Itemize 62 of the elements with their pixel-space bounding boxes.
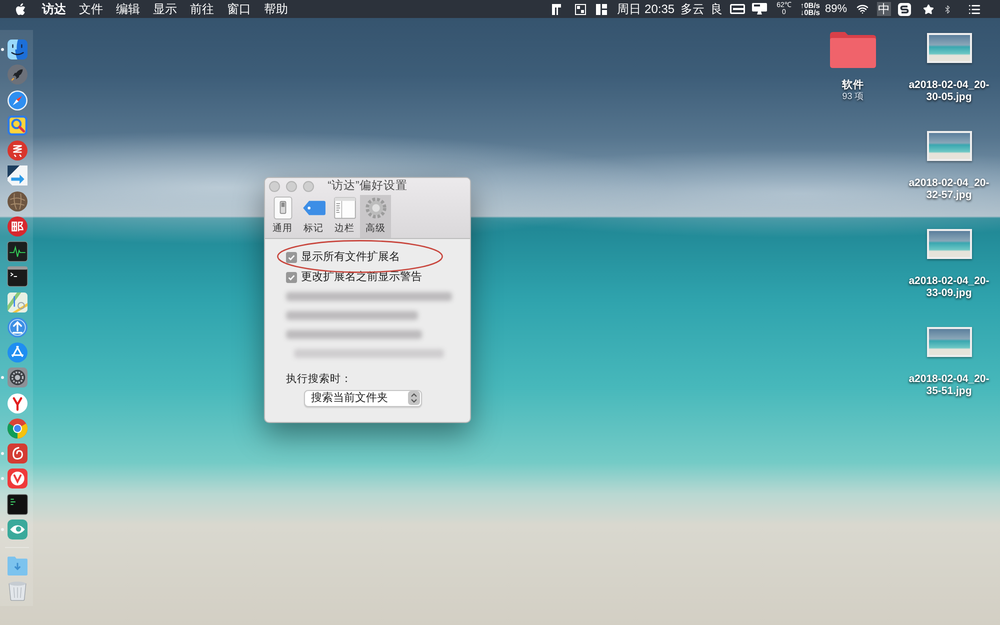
terminal-icon[interactable]: [7, 266, 28, 288]
app-store-icon[interactable]: [7, 342, 28, 363]
menu-item[interactable]: 窗口: [227, 3, 251, 15]
star-icon[interactable]: [923, 4, 934, 14]
compass-icon[interactable]: [7, 90, 28, 110]
browser-icon[interactable]: [7, 418, 28, 439]
clock[interactable]: 周日 20:35: [617, 3, 675, 15]
weather-status[interactable]: 多云: [680, 3, 705, 15]
checkbox[interactable]: [286, 252, 297, 263]
search-scope-dropdown[interactable]: 搜索当前文件夹: [304, 390, 422, 406]
v-logo-icon[interactable]: [7, 468, 28, 490]
apple-icon[interactable]: [15, 2, 26, 16]
toolbar-tab[interactable]: 边栏: [329, 195, 360, 238]
music-swirl-icon[interactable]: [7, 443, 28, 464]
image-thumbnail[interactable]: [926, 327, 972, 357]
map-icon[interactable]: [7, 292, 28, 312]
grid-layout-icon[interactable]: [575, 4, 586, 14]
face-icon[interactable]: [7, 39, 28, 60]
folder-icon[interactable]: [829, 30, 877, 68]
item-count: 93 项: [842, 91, 864, 102]
menu-item[interactable]: 前往: [190, 3, 214, 15]
upload-icon[interactable]: [7, 316, 28, 338]
image-thumbnail[interactable]: [926, 229, 972, 259]
image-thumbnail[interactable]: [926, 131, 972, 161]
folder-name[interactable]: 软件: [842, 79, 864, 91]
activity-graph-icon[interactable]: [7, 241, 28, 262]
menu-item[interactable]: 帮助: [264, 3, 288, 15]
menu-item[interactable]: 显示: [153, 3, 177, 15]
stepper-icon: [408, 391, 420, 405]
option-label: 显示所有文件扩展名: [301, 252, 400, 263]
console-icon[interactable]: [7, 494, 28, 514]
input-method-indicator[interactable]: 中: [877, 2, 891, 16]
sidebar-icon: [332, 196, 356, 220]
menu-item[interactable]: 文件: [79, 3, 103, 15]
search-icon[interactable]: [7, 114, 28, 136]
gear-icon: [364, 196, 388, 220]
window-title: “访达”偏好设置: [326, 180, 408, 192]
ball-icon[interactable]: [7, 190, 28, 212]
wifi-icon[interactable]: [855, 3, 870, 15]
bluetooth-icon[interactable]: [943, 2, 952, 16]
air-quality-status[interactable]: 良: [710, 3, 723, 15]
search-label: 执行搜索时：: [286, 374, 353, 384]
toolbar-tab[interactable]: 通用: [267, 195, 298, 238]
monitor-icon[interactable]: [752, 3, 767, 15]
logo-icon[interactable]: [898, 2, 911, 16]
split-layout-icon[interactable]: [596, 4, 608, 14]
menu-item[interactable]: 访达: [42, 3, 66, 15]
card-icon[interactable]: [730, 4, 745, 14]
file-name[interactable]: a2018-02-04_20-30-05.jpg: [907, 80, 991, 103]
battery-percent[interactable]: 89%: [824, 4, 847, 14]
checkbox[interactable]: [286, 272, 297, 283]
window-tiles-icon[interactable]: [552, 4, 562, 14]
y-logo-icon[interactable]: [7, 392, 28, 414]
list-icon[interactable]: [967, 2, 982, 16]
emblem-icon[interactable]: [7, 216, 28, 237]
menu-item[interactable]: 编辑: [116, 3, 140, 15]
toolbar-tab[interactable]: 标记: [298, 195, 329, 238]
download-folder-icon[interactable]: [7, 554, 28, 576]
settings-icon[interactable]: [7, 367, 28, 388]
image-thumbnail[interactable]: [926, 33, 972, 63]
toolbar-tab[interactable]: 高级: [360, 195, 391, 238]
striped-circle-icon[interactable]: [7, 140, 28, 161]
